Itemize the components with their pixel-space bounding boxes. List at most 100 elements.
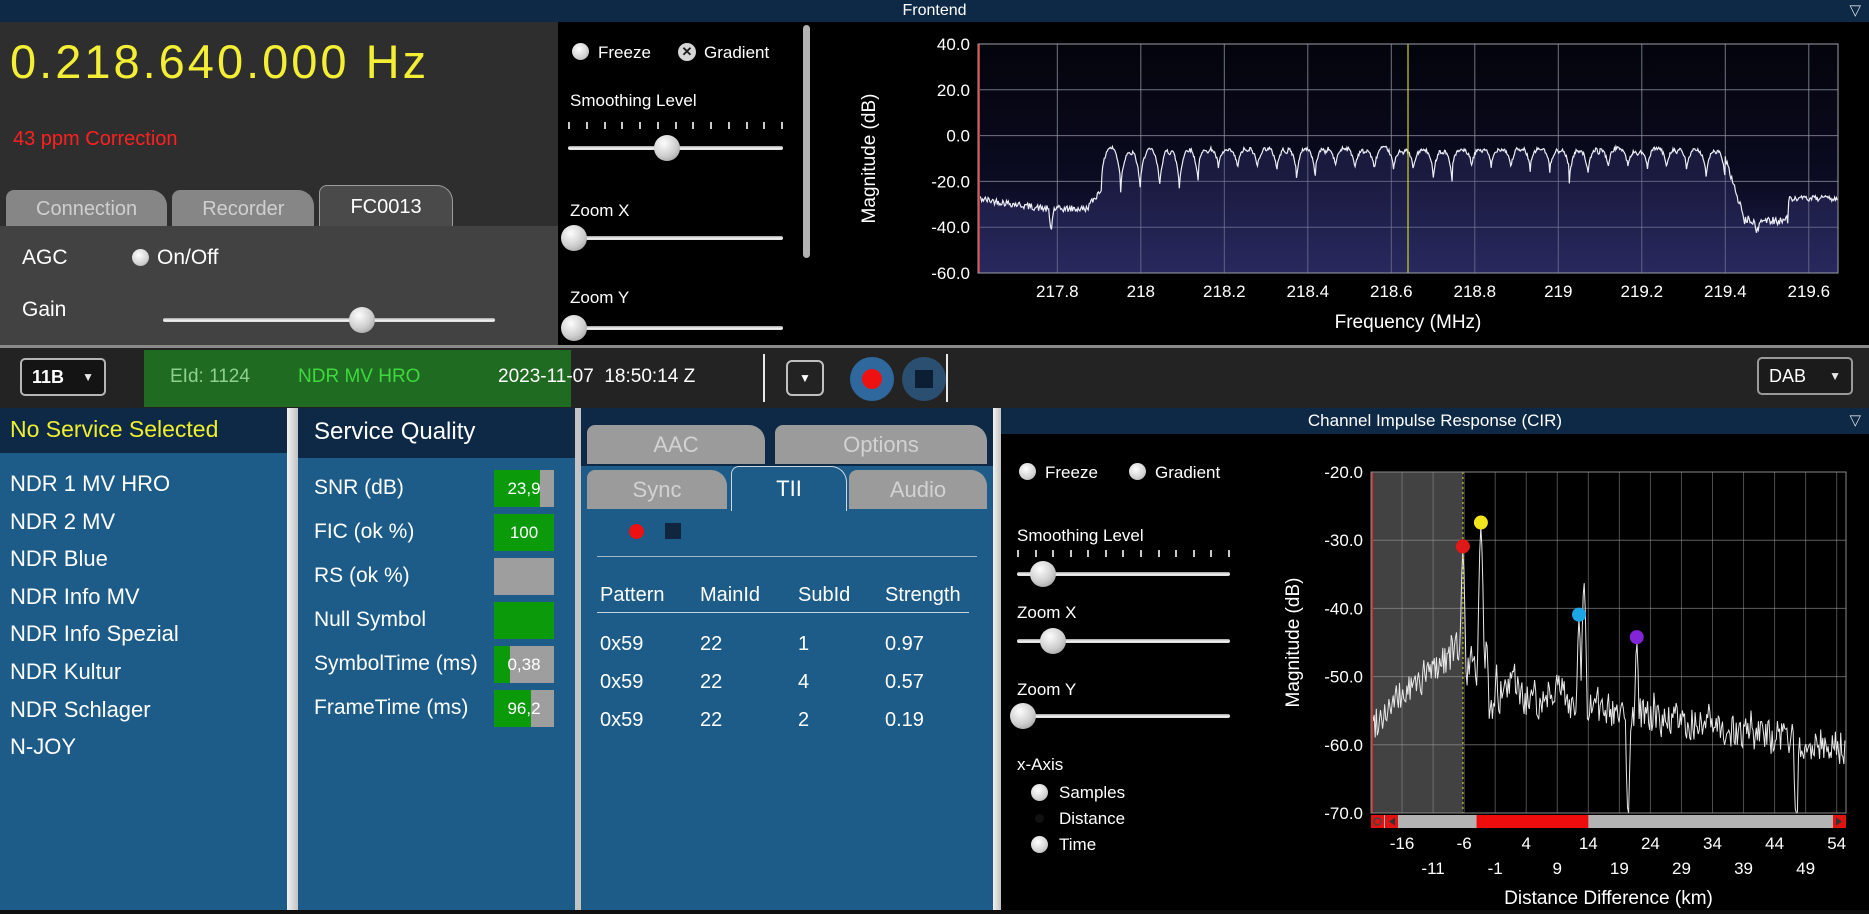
tii-cell[interactable]: 0.19 xyxy=(885,709,924,732)
quality-progress-bar: 96,2 xyxy=(494,690,554,727)
service-item[interactable]: NDR Schlager xyxy=(10,697,151,723)
quality-label: RS (ok %) xyxy=(314,564,410,588)
device-tab-connection[interactable]: Connection xyxy=(6,190,167,228)
record-options-dropdown[interactable]: ▼ xyxy=(786,360,824,396)
svg-text:218.4: 218.4 xyxy=(1287,282,1330,301)
tii-cell[interactable]: 0.97 xyxy=(885,633,924,656)
tii-stop-icon[interactable] xyxy=(665,523,681,539)
service-item[interactable]: NDR 1 MV HRO xyxy=(10,471,170,497)
quality-label: Null Symbol xyxy=(314,608,426,632)
cir-collapse-icon[interactable]: ▽ xyxy=(1849,408,1861,434)
freeze-radio[interactable] xyxy=(572,43,589,60)
mode-value: DAB xyxy=(1769,366,1806,387)
service-item[interactable]: NDR Kultur xyxy=(10,659,121,685)
quality-label: SNR (dB) xyxy=(314,476,404,500)
cir-canvas[interactable]: -16-641424344454-11-1919293949-20.0-30.0… xyxy=(1271,434,1869,914)
device-tab-recorder[interactable]: Recorder xyxy=(172,190,314,228)
spectrum-plot[interactable]: 40.020.00.0-20.0-40.0-60.0217.8218218.22… xyxy=(835,22,1869,345)
service-item[interactable]: NDR Info MV xyxy=(10,584,140,610)
service-quality-header: Service Quality xyxy=(298,408,575,458)
gain-slider[interactable] xyxy=(163,307,495,333)
device-tab-fc0013[interactable]: FC0013 xyxy=(319,185,452,228)
stop-icon xyxy=(915,370,933,388)
bottom-section: No Service Selected NDR 1 MV HRO NDR 2 MV… xyxy=(0,408,1869,914)
detail-tab-panel: AACOptions SyncTIIAudio PatternMainIdSub… xyxy=(581,408,993,914)
cir-gradient-radio[interactable] xyxy=(1129,463,1146,480)
mode-combobox[interactable]: DAB ▼ xyxy=(1757,357,1853,395)
cir-gradient-label: Gradient xyxy=(1155,463,1220,483)
cir-zoom-y-label: Zoom Y xyxy=(1017,680,1076,700)
tuner-panel: 0.218.640.000 Hz 43 ppm Correction Conne… xyxy=(0,22,558,345)
record-button[interactable] xyxy=(850,357,894,401)
svg-text:-16: -16 xyxy=(1390,834,1415,853)
svg-text:-20.0: -20.0 xyxy=(931,172,970,191)
controls-scrollbar[interactable] xyxy=(803,25,810,258)
service-item[interactable]: NDR Info Spezial xyxy=(10,621,179,647)
tii-cell[interactable]: 22 xyxy=(700,709,722,732)
svg-text:40.0: 40.0 xyxy=(937,35,970,54)
xaxis-radio-label: Distance xyxy=(1059,809,1125,829)
tii-record-icon[interactable] xyxy=(629,524,644,539)
svg-text:24: 24 xyxy=(1641,834,1660,853)
xaxis-radio-samples[interactable] xyxy=(1031,784,1048,801)
tii-cell[interactable]: 22 xyxy=(700,671,722,694)
channel-dropdown-icon: ▼ xyxy=(82,370,94,384)
tab-sync[interactable]: Sync xyxy=(587,470,727,509)
application-window: Frontend ▽ 0.218.640.000 Hz 43 ppm Corre… xyxy=(0,0,1869,914)
smoothing-ticks xyxy=(568,122,783,129)
cir-zoom-y-slider[interactable] xyxy=(1017,703,1230,729)
frontend-titlebar[interactable]: Frontend ▽ xyxy=(0,0,1869,22)
service-item[interactable]: NDR Blue xyxy=(10,546,108,572)
zoom-x-slider[interactable] xyxy=(568,225,783,251)
tii-cell[interactable]: 4 xyxy=(798,671,809,694)
no-service-label: No Service Selected xyxy=(10,416,218,443)
frequency-display: 0.218.640.000 Hz xyxy=(10,34,429,89)
tii-cell[interactable]: 2 xyxy=(798,709,809,732)
svg-text:54: 54 xyxy=(1827,834,1846,853)
tii-cell[interactable]: 0x59 xyxy=(600,633,643,656)
record-icon xyxy=(862,369,882,389)
tii-cell[interactable]: 22 xyxy=(700,633,722,656)
tab-tii[interactable]: TII xyxy=(731,466,847,511)
ppm-correction-label: 43 ppm Correction xyxy=(13,128,178,151)
channel-combobox[interactable]: 11B ▼ xyxy=(20,358,106,396)
service-item[interactable]: N-JOY xyxy=(10,734,76,760)
cir-plot[interactable]: -16-641424344454-11-1919293949-20.0-30.0… xyxy=(1271,434,1869,914)
cir-smoothing-ticks xyxy=(1017,550,1230,557)
cir-freeze-radio[interactable] xyxy=(1019,463,1036,480)
svg-text:-50.0: -50.0 xyxy=(1324,668,1363,687)
svg-text:-60.0: -60.0 xyxy=(931,264,970,283)
tab-aac[interactable]: AAC xyxy=(587,425,765,464)
tii-cell[interactable]: 0x59 xyxy=(600,671,643,694)
quality-value: 0,38 xyxy=(494,646,554,683)
cir-zoom-x-slider[interactable] xyxy=(1017,628,1230,654)
cir-titlebar[interactable]: Channel Impulse Response (CIR) ▽ xyxy=(1001,408,1869,434)
svg-text:218.6: 218.6 xyxy=(1370,282,1413,301)
tii-cell[interactable]: 0.57 xyxy=(885,671,924,694)
agc-radio[interactable] xyxy=(132,249,149,266)
ensemble-name: NDR MV HRO xyxy=(298,366,420,388)
fc0013-tab-content: AGC On/Off Gain xyxy=(0,226,558,345)
zoom-y-slider[interactable] xyxy=(568,315,783,341)
xaxis-radio-time[interactable] xyxy=(1031,836,1048,853)
service-item[interactable]: NDR 2 MV xyxy=(10,509,115,535)
svg-text:-30.0: -30.0 xyxy=(1324,531,1363,550)
gradient-checkbox[interactable]: ✕ xyxy=(678,43,696,61)
spectrum-canvas[interactable]: 40.020.00.0-20.0-40.0-60.0217.8218218.22… xyxy=(835,22,1869,345)
services-scrollbar[interactable] xyxy=(287,408,298,914)
panel-splitter-2[interactable] xyxy=(993,408,1001,914)
tii-col-header: SubId xyxy=(798,584,850,607)
bottom-edge xyxy=(0,910,1869,914)
channel-value: 11B xyxy=(32,367,64,388)
svg-text:20.0: 20.0 xyxy=(937,81,970,100)
stop-button[interactable] xyxy=(902,357,946,401)
tii-cell[interactable]: 0x59 xyxy=(600,709,643,732)
gradient-label: Gradient xyxy=(704,43,769,63)
tab-options[interactable]: Options xyxy=(775,425,987,464)
tab-audio[interactable]: Audio xyxy=(849,470,987,509)
tii-cell[interactable]: 1 xyxy=(798,633,809,656)
svg-text:4: 4 xyxy=(1521,834,1530,853)
collapse-panel-icon[interactable]: ▽ xyxy=(1849,0,1861,22)
cir-smoothing-slider[interactable] xyxy=(1017,561,1230,587)
smoothing-slider[interactable] xyxy=(568,135,783,161)
